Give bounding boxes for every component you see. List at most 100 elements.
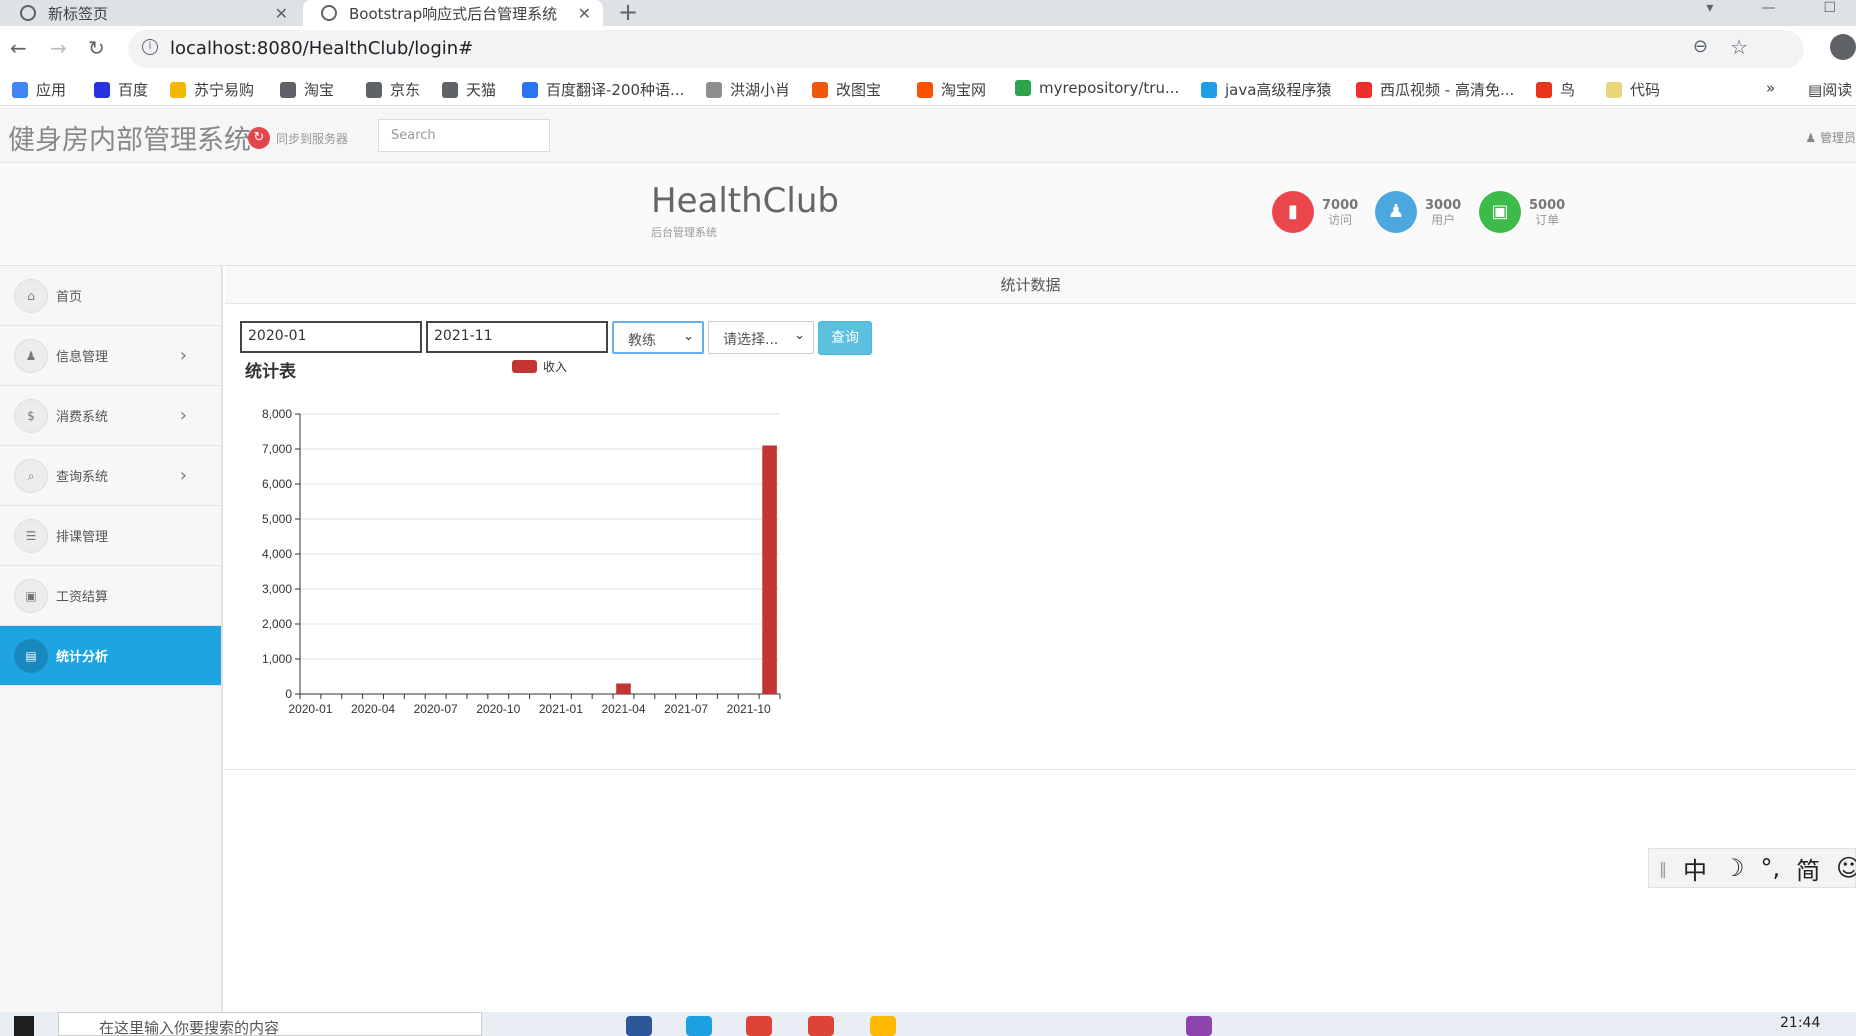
query-button[interactable]: 查询: [818, 321, 872, 355]
stat-value: 7000: [1322, 197, 1359, 213]
stat-value: 5000: [1529, 197, 1566, 213]
bookmark-favicon-icon: [1536, 81, 1552, 98]
money-icon: ▣: [1479, 191, 1521, 233]
edge-icon[interactable]: [686, 1016, 712, 1036]
bookmark-favicon-icon: [442, 81, 458, 98]
bookmark-item[interactable]: 百度: [94, 79, 148, 100]
bookmark-favicon-icon: [706, 81, 722, 98]
zoom-icon[interactable]: ⊖: [1693, 36, 1708, 57]
stat-label: 用户: [1431, 212, 1456, 227]
bookmark-item[interactable]: myrepository/tru...: [1015, 79, 1179, 97]
banner: HealthClub 后台管理系统 ▮ 7000 访问 ♟ 3000 用户 ▣ 50…: [0, 163, 1856, 266]
y-tick-label: 0: [285, 687, 292, 701]
reload-icon[interactable]: ↻: [88, 36, 105, 60]
brand-title[interactable]: 健身房内部管理系统: [8, 118, 251, 157]
legend-swatch: [512, 360, 537, 373]
bookmark-item[interactable]: 改图宝: [812, 79, 881, 100]
ime-button[interactable]: 中: [1683, 851, 1707, 886]
bookmark-label: 天猫: [466, 81, 497, 99]
bookmark-item[interactable]: 天猫: [442, 79, 496, 100]
new-tab-button[interactable]: +: [618, 0, 638, 26]
end-date-input[interactable]: 2021-11: [426, 321, 608, 353]
url-bar[interactable]: i localhost:8080/HealthClub/login# ⊖ ☆: [128, 30, 1804, 68]
more-bookmarks-button[interactable]: »: [1766, 79, 1775, 97]
bookmark-favicon-icon: [522, 81, 538, 98]
bookmark-label: 京东: [390, 81, 421, 99]
bookmark-item[interactable]: 代码: [1606, 79, 1660, 100]
bookmark-favicon-icon: [1015, 80, 1031, 96]
home-icon: ⌂: [14, 278, 48, 313]
bookmark-label: 代码: [1630, 81, 1661, 99]
ime-button[interactable]: 简: [1796, 851, 1820, 886]
reading-list-button[interactable]: ▤ 阅读: [1808, 79, 1852, 100]
tab-new-tab[interactable]: 新标签页 ✕: [0, 0, 300, 26]
stat-users: ♟ 3000 用户: [1375, 191, 1461, 233]
sync-button[interactable]: ↻ 同步到服务器: [248, 127, 348, 149]
clock: 21:44: [1780, 1015, 1821, 1031]
money-icon: ▣: [14, 578, 48, 613]
folder-icon[interactable]: [870, 1016, 896, 1036]
bookmark-item[interactable]: 鸟: [1536, 79, 1575, 100]
bookmark-item[interactable]: 苏宁易购: [170, 79, 254, 100]
windows-start-icon[interactable]: [14, 1016, 34, 1036]
chevron-right-icon: ›: [179, 465, 187, 486]
bookmark-item[interactable]: 应用: [12, 79, 66, 100]
tab-admin-system[interactable]: Bootstrap响应式后台管理系统 ✕: [303, 0, 603, 26]
close-tab-icon[interactable]: ✕: [275, 4, 288, 23]
user-icon: ♟: [1375, 191, 1417, 233]
bookmark-item[interactable]: 京东: [366, 79, 420, 100]
sidebar-item-label: 统计分析: [56, 650, 109, 665]
bookmark-favicon-icon: [366, 81, 382, 98]
sidebar-item[interactable]: $ 消费系统 ›: [0, 386, 221, 446]
banner-title: HealthClub: [651, 181, 839, 221]
y-tick-label: 1,000: [262, 652, 292, 666]
tab-search-icon[interactable]: ▾: [1706, 0, 1713, 16]
bookmark-item[interactable]: java高级程序猿: [1201, 79, 1331, 100]
bookmark-favicon-icon: [12, 81, 28, 98]
person-select[interactable]: 请选择... ⌄: [708, 321, 814, 354]
stat-label: 访问: [1328, 212, 1353, 227]
y-tick-label: 5,000: [262, 512, 292, 526]
ime-button[interactable]: ☽: [1723, 854, 1745, 882]
bookmark-favicon-icon: [1201, 81, 1217, 98]
chrome-icon[interactable]: [746, 1016, 772, 1036]
back-arrow-icon[interactable]: ←: [10, 36, 27, 60]
bookmark-label: 百度: [118, 81, 149, 99]
bookmark-item[interactable]: 淘宝: [280, 79, 334, 100]
ime-button[interactable]: ☺: [1836, 854, 1856, 882]
chrome-icon[interactable]: [808, 1016, 834, 1036]
bookmark-favicon-icon: [917, 81, 933, 98]
role-select[interactable]: 教练 ⌄: [612, 321, 704, 354]
sidebar-item[interactable]: ⌂ 首页: [0, 266, 221, 326]
bookmark-item[interactable]: 洪湖小肖: [706, 79, 790, 100]
intellij-icon[interactable]: [1186, 1016, 1212, 1036]
sidebar-item[interactable]: ▤ 统计分析: [0, 626, 221, 686]
maximize-icon[interactable]: ☐: [1823, 0, 1836, 16]
forward-arrow-icon[interactable]: →: [50, 36, 67, 60]
sidebar-item[interactable]: ⌕ 查询系统 ›: [0, 446, 221, 506]
sidebar-item[interactable]: ▣ 工资结算: [0, 566, 221, 626]
bookmark-item[interactable]: 百度翻译-200种语...: [522, 79, 684, 100]
bookmark-favicon-icon: [1356, 81, 1372, 98]
taskbar-search-input[interactable]: 在这里输入你要搜索的内容: [58, 1012, 482, 1036]
app-icon[interactable]: [626, 1016, 652, 1036]
bookmark-label: 百度翻译-200种语...: [546, 81, 685, 99]
minimize-icon[interactable]: —: [1761, 0, 1775, 16]
drag-handle-icon[interactable]: ‖: [1659, 859, 1667, 878]
sidebar-item[interactable]: ♟ 信息管理 ›: [0, 326, 221, 386]
address-bar-row: ← → ↻ i localhost:8080/HealthClub/login#…: [0, 26, 1856, 72]
bookmark-item[interactable]: 西瓜视频 - 高清免...: [1356, 79, 1514, 100]
bookmark-star-icon[interactable]: ☆: [1730, 35, 1748, 59]
info-icon[interactable]: i: [142, 39, 158, 55]
sidebar-item[interactable]: ☰ 排课管理: [0, 506, 221, 566]
ime-button[interactable]: °,: [1761, 854, 1781, 882]
admin-menu[interactable]: ♟ 管理员: [1805, 129, 1856, 146]
search-input[interactable]: Search: [378, 119, 550, 152]
url-text[interactable]: localhost:8080/HealthClub/login#: [170, 38, 473, 59]
start-date-input[interactable]: 2020-01: [240, 321, 422, 353]
bookmark-item[interactable]: 淘宝网: [917, 79, 986, 100]
profile-avatar-icon[interactable]: [1830, 34, 1856, 60]
close-tab-icon[interactable]: ✕: [578, 4, 591, 23]
bookmark-favicon-icon: [812, 81, 828, 98]
x-tick-label: 2021-10: [727, 702, 771, 716]
